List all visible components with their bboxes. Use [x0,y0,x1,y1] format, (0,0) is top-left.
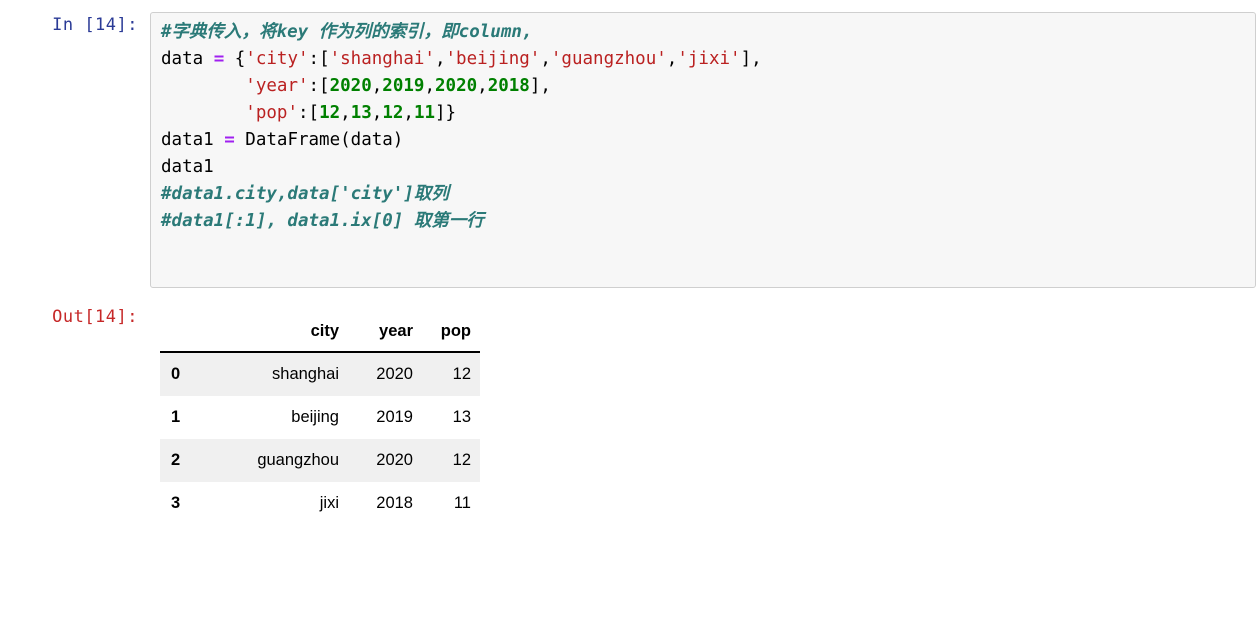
dataframe-body: 0 shanghai 2020 12 1 beijing 2019 13 2 guangzhou 2… [160,352,480,525]
dataframe-cell: shanghai [272,365,339,383]
code-line: data1 [161,154,1247,181]
code-token-comment: #data1.city,data['city']取列 [161,184,449,204]
code-line: 'pop':[12,13,12,11]} [161,100,1247,127]
code-token-plain: , [434,49,446,69]
code-token-string: 'beijing' [445,49,541,69]
code-token-plain: , [666,49,678,69]
dataframe-row-index: 3 [171,494,181,512]
dataframe-column-header: pop [422,318,480,353]
code-line: data1 = DataFrame(data) [161,127,1247,154]
code-token-number: 11 [413,103,436,123]
code-token-plain: , [477,76,488,96]
code-token-string: 'guangzhou' [550,49,667,69]
code-token-number: 2020 [329,76,372,96]
code-token-plain: :[ [308,49,330,69]
code-token-op: = [213,49,225,69]
code-line: #data1.city,data['city']取列 [161,181,1247,208]
code-token-plain: ]} [435,103,457,123]
code-block[interactable]: #字典传入，将key 作为列的索引，即column, data = {'city'… [161,19,1247,235]
dataframe-cell: 13 [452,408,471,426]
dataframe-cell: 2020 [376,451,413,469]
code-token-number: 2019 [382,76,425,96]
code-token-comment: #data1[:1], data1.ix[0] 取第一行 [161,211,484,231]
dataframe-cell: guangzhou [257,451,339,469]
code-token-plain: :[ [297,103,320,123]
output-content: city year pop 0 shanghai 2020 12 1 beijing 2019 1… [150,304,1256,525]
code-line: data = {'city':['shanghai','beijing','gu… [161,46,1247,73]
code-token-plain: , [540,49,551,69]
code-token-plain: { [224,49,246,69]
code-token-number: 2018 [487,76,530,96]
code-token-number: 12 [319,103,341,123]
code-editor[interactable]: #字典传入，将key 作为列的索引，即column, data = {'city'… [150,12,1256,288]
dataframe-cell: 2019 [376,408,413,426]
code-token-string: 'shanghai' [329,49,435,69]
code-token-string: 'pop' [245,103,298,123]
code-token-plain: ], [529,76,551,96]
code-line: 'year':[2020,2019,2020,2018], [161,73,1247,100]
dataframe-cell: 11 [453,494,471,512]
code-token-string: 'city' [245,49,309,69]
dataframe-cell: 2020 [376,365,413,383]
code-token-string: 'jixi' [677,49,741,69]
table-row: 0 shanghai 2020 12 [160,352,480,396]
notebook-output-cell: Out[14]: city year pop 0 shanghai 2020 12 1 bei… [0,288,1256,525]
code-line: #字典传入，将key 作为列的索引，即column, [161,19,1247,46]
code-token-number: 12 [382,103,404,123]
code-token-op: = [224,130,235,150]
dataframe-row-index: 1 [171,408,181,426]
output-prompt-label: Out[14]: [52,307,138,327]
input-prompt-label: In [14]: [52,15,138,35]
table-row: 2 guangzhou 2020 12 [160,439,480,482]
table-row: 1 beijing 2019 13 [160,396,480,439]
code-token-plain: data1 [161,130,225,150]
dataframe-cell: 12 [452,451,471,469]
dataframe-index-header [160,318,212,353]
dataframe-header-row: city year pop [160,318,480,353]
code-token-number: 2020 [435,76,478,96]
dataframe-cell: jixi [319,494,339,512]
code-line: #data1[:1], data1.ix[0] 取第一行 [161,208,1247,235]
code-token-plain: , [340,103,351,123]
dataframe-row-index: 0 [171,365,181,383]
dataframe-cell: 2018 [376,494,413,512]
dataframe-column-header: year [348,318,422,353]
table-row: 3 jixi 2018 11 [160,482,480,525]
code-token-plain: ], [740,49,762,69]
dataframe-cell: beijing [291,408,339,426]
code-token-string: 'year' [245,76,309,96]
dataframe-head: city year pop [160,318,480,353]
code-token-plain: , [371,76,383,96]
code-token-plain: , [371,103,383,123]
code-token-plain: data [161,49,214,69]
dataframe-cell: 12 [452,365,471,383]
code-token-comment: #字典传入，将key 作为列的索引，即column, [161,22,533,42]
dataframe-row-index: 2 [171,451,181,469]
code-token-plain: :[ [308,76,330,96]
code-token-plain: DataFrame(data) [234,130,404,150]
notebook-input-cell: In [14]: #字典传入，将key 作为列的索引，即column, data … [0,0,1256,288]
code-token-number: 13 [350,103,372,123]
dataframe-column-header: city [212,318,348,353]
dataframe-table: city year pop 0 shanghai 2020 12 1 beijing 2019 1… [160,318,480,525]
code-token-plain: , [403,103,414,123]
code-token-plain: data1 [161,157,214,177]
code-token-plain: , [424,76,435,96]
